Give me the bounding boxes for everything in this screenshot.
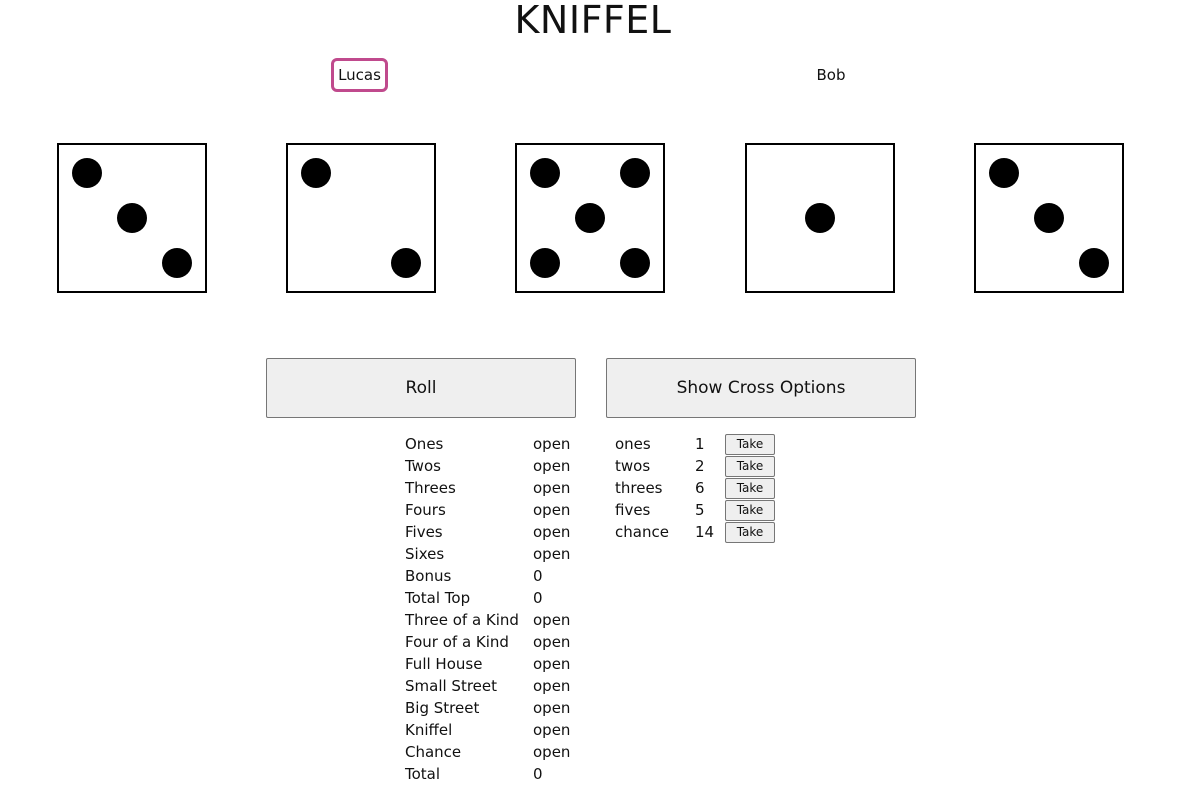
score-row-bonus: Bonus 0 <box>405 565 583 587</box>
score-row-chance: Chance open <box>405 741 583 763</box>
score-row-fives: Fives open <box>405 521 583 543</box>
die-pip <box>162 248 192 278</box>
score-value: open <box>533 699 571 717</box>
score-value: open <box>533 501 571 519</box>
die-pip <box>989 158 1019 188</box>
option-points: 14 <box>695 523 715 541</box>
score-label: Chance <box>405 743 462 761</box>
score-row-kniffel: Kniffel open <box>405 719 583 741</box>
score-row-total: Total 0 <box>405 763 583 785</box>
roll-button[interactable]: Roll <box>266 358 576 418</box>
score-label: Big Street <box>405 699 480 717</box>
die-pip <box>301 158 331 188</box>
option-row-threes: threes 6 Take <box>615 477 775 499</box>
option-name: twos <box>615 457 651 475</box>
option-points: 2 <box>695 457 705 475</box>
score-value: open <box>533 611 571 629</box>
score-value: open <box>533 457 571 475</box>
score-label: Ones <box>405 435 444 453</box>
score-value: open <box>533 633 571 651</box>
option-name: threes <box>615 479 663 497</box>
take-chance-button[interactable]: Take <box>725 521 775 543</box>
score-label: Fours <box>405 501 446 519</box>
score-row-sixes: Sixes open <box>405 543 583 565</box>
score-label: Fives <box>405 523 443 541</box>
die-pip <box>620 248 650 278</box>
die-1[interactable] <box>57 143 207 293</box>
player-bob-tab[interactable]: Bob <box>803 58 859 92</box>
score-value: open <box>533 545 571 563</box>
option-name: ones <box>615 435 651 453</box>
score-value: 0 <box>533 765 543 783</box>
take-ones-button[interactable]: Take <box>725 433 775 455</box>
die-pip <box>530 158 560 188</box>
score-row-four-of-a-kind: Four of a Kind open <box>405 631 583 653</box>
cross-options-list: ones 1 Take twos 2 Take threes 6 Take fives 5 Ta… <box>615 433 775 543</box>
score-label: Sixes <box>405 545 445 563</box>
option-row-chance: chance 14 Take <box>615 521 775 543</box>
scorecard: Ones open Twos open Threes open Fours open F… <box>405 433 583 785</box>
option-row-fives: fives 5 Take <box>615 499 775 521</box>
score-label: Total Top <box>405 589 471 607</box>
score-value: open <box>533 743 571 761</box>
score-row-small-street: Small Street open <box>405 675 583 697</box>
score-value: open <box>533 655 571 673</box>
score-value: open <box>533 435 571 453</box>
die-4[interactable] <box>745 143 895 293</box>
score-row-total-top: Total Top 0 <box>405 587 583 609</box>
option-points: 1 <box>695 435 705 453</box>
die-pip <box>1034 203 1064 233</box>
die-5[interactable] <box>974 143 1124 293</box>
option-row-ones: ones 1 Take <box>615 433 775 455</box>
score-value: open <box>533 479 571 497</box>
game-title: KNIFFEL <box>514 0 672 42</box>
score-row-threes: Threes open <box>405 477 583 499</box>
option-row-twos: twos 2 Take <box>615 455 775 477</box>
score-label: Total <box>405 765 441 783</box>
score-label: Threes <box>405 479 456 497</box>
score-row-full-house: Full House open <box>405 653 583 675</box>
die-pip <box>620 158 650 188</box>
die-pip <box>530 248 560 278</box>
score-label: Three of a Kind <box>405 611 519 629</box>
score-label: Small Street <box>405 677 498 695</box>
option-name: chance <box>615 523 669 541</box>
score-row-twos: Twos open <box>405 455 583 477</box>
die-pip <box>575 203 605 233</box>
score-value: 0 <box>533 589 543 607</box>
die-3[interactable] <box>515 143 665 293</box>
score-value: open <box>533 523 571 541</box>
score-row-fours: Fours open <box>405 499 583 521</box>
show-cross-options-button[interactable]: Show Cross Options <box>606 358 916 418</box>
score-label: Twos <box>405 457 441 475</box>
score-label: Kniffel <box>405 721 453 739</box>
score-value: open <box>533 721 571 739</box>
die-pip <box>805 203 835 233</box>
option-points: 6 <box>695 479 705 497</box>
option-points: 5 <box>695 501 705 519</box>
player-lucas-tab[interactable]: Lucas <box>331 58 388 92</box>
take-twos-button[interactable]: Take <box>725 455 775 477</box>
score-row-three-of-a-kind: Three of a Kind open <box>405 609 583 631</box>
die-pip <box>391 248 421 278</box>
option-name: fives <box>615 501 651 519</box>
score-row-big-street: Big Street open <box>405 697 583 719</box>
score-value: 0 <box>533 567 543 585</box>
score-label: Four of a Kind <box>405 633 509 651</box>
score-label: Full House <box>405 655 483 673</box>
die-pip <box>72 158 102 188</box>
die-2[interactable] <box>286 143 436 293</box>
score-label: Bonus <box>405 567 452 585</box>
score-value: open <box>533 677 571 695</box>
die-pip <box>1079 248 1109 278</box>
take-fives-button[interactable]: Take <box>725 499 775 521</box>
die-pip <box>117 203 147 233</box>
take-threes-button[interactable]: Take <box>725 477 775 499</box>
score-row-ones: Ones open <box>405 433 583 455</box>
